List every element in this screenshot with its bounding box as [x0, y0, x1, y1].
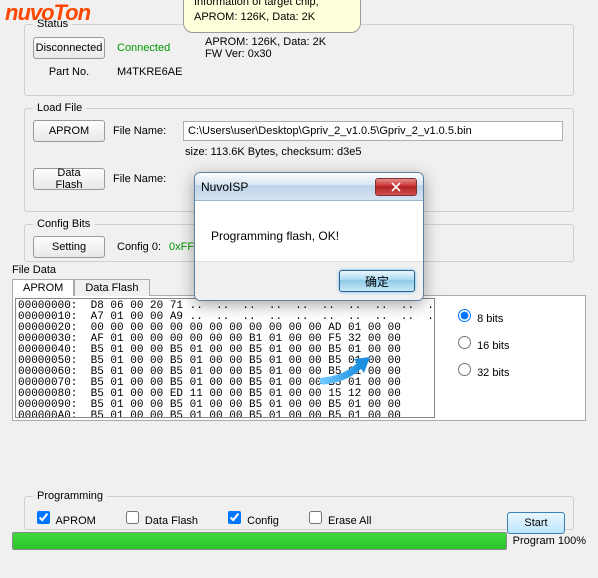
progress-bar — [12, 532, 507, 550]
programming-legend: Programming — [33, 490, 107, 502]
check-eraseall[interactable]: Erase All — [305, 508, 371, 527]
fw-version: FW Ver: 0x30 — [205, 48, 326, 60]
tab-aprom[interactable]: APROM — [12, 279, 74, 296]
status-legend: Status — [33, 18, 72, 30]
filename-label: File Name: — [113, 125, 175, 137]
progress-text: Program 100% — [513, 535, 586, 547]
radio-8bits[interactable]: 8 bits — [453, 306, 509, 325]
dataflash-load-button[interactable]: Data Flash — [33, 168, 105, 190]
aprom-load-button[interactable]: APROM — [33, 120, 105, 142]
radio-16bits[interactable]: 16 bits — [453, 333, 509, 352]
partno-label: Part No. — [33, 66, 105, 78]
chip-info-tooltip: Information of target chip, APROM: 126K,… — [183, 0, 361, 33]
programming-group: Programming APROM Data Flash Config Eras… — [24, 490, 574, 530]
dialog-titlebar[interactable]: NuvoISP — [195, 173, 423, 201]
dialog-title-text: NuvoISP — [201, 180, 375, 194]
tab-dataflash[interactable]: Data Flash — [74, 279, 149, 296]
check-aprom[interactable]: APROM — [33, 508, 96, 527]
filename2-label: File Name: — [113, 173, 175, 185]
aprom-info: APROM: 126K, Data: 2K — [205, 36, 326, 48]
check-config[interactable]: Config — [224, 508, 279, 527]
setting-button[interactable]: Setting — [33, 236, 105, 258]
bits-pane: 8 bits 16 bits 32 bits — [435, 298, 513, 418]
dialog: NuvoISP Programming flash, OK! 确定 — [194, 172, 424, 301]
loadfile-legend: Load File — [33, 102, 86, 114]
config0-label: Config 0: — [117, 241, 161, 253]
tooltip-line2: APROM: 126K, Data: 2K — [194, 10, 350, 25]
file-size-info: size: 113.6K Bytes, checksum: d3e5 — [185, 146, 362, 158]
close-icon — [391, 182, 401, 192]
check-dataflash[interactable]: Data Flash — [122, 508, 198, 527]
configbits-legend: Config Bits — [33, 218, 94, 230]
disconnected-button[interactable]: Disconnected — [33, 37, 105, 59]
connected-label: Connected — [117, 42, 197, 54]
radio-32bits[interactable]: 32 bits — [453, 360, 509, 379]
aprom-file-input[interactable] — [183, 121, 563, 141]
ok-button[interactable]: 确定 — [339, 270, 415, 292]
start-button[interactable]: Start — [507, 512, 565, 534]
dialog-message: Programming flash, OK! — [195, 201, 423, 261]
tooltip-line1: Information of target chip, — [194, 0, 350, 10]
config0-value: 0xFF — [169, 241, 194, 253]
partno-value: M4TKRE6AE — [117, 66, 197, 78]
annotation-arrow-icon — [318, 353, 378, 389]
close-button[interactable] — [375, 178, 417, 196]
